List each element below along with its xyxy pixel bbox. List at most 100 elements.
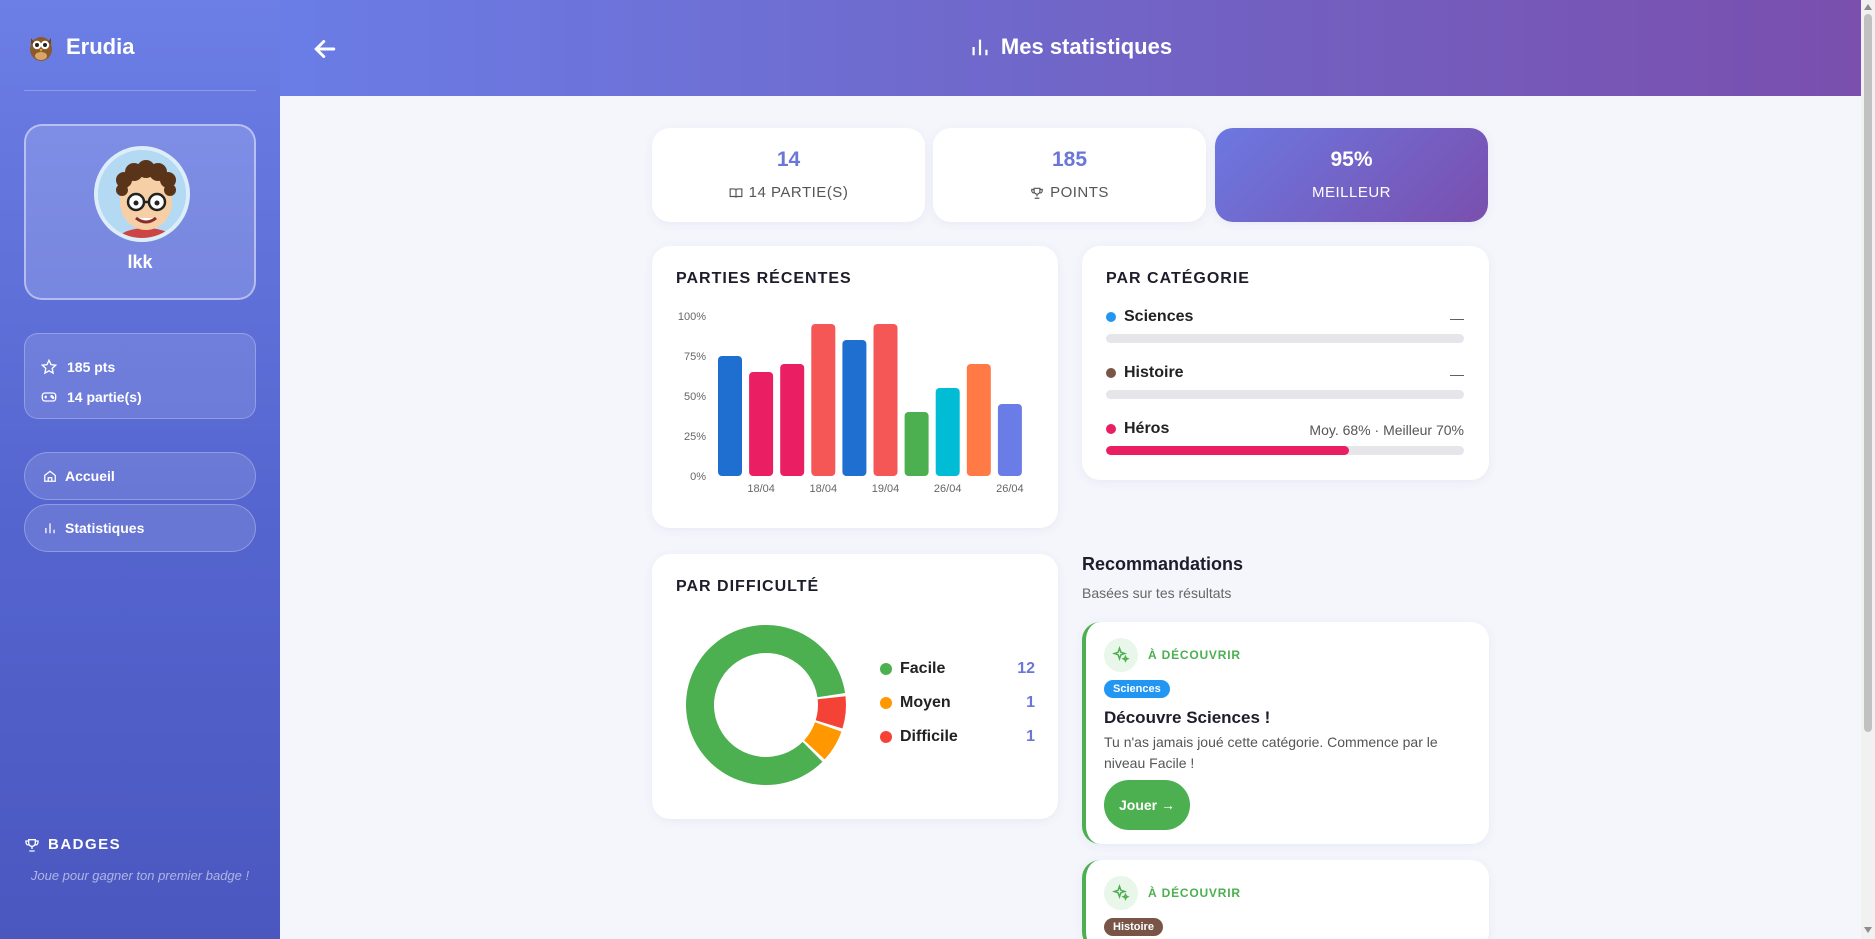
x-tick-label: 26/04 xyxy=(996,483,1024,495)
top-bar: Mes statistiques xyxy=(280,0,1861,96)
difficulty-title: PAR DIFFICULTÉ xyxy=(676,578,820,595)
bar[interactable] xyxy=(873,324,898,476)
category-label: Héros xyxy=(1124,420,1170,437)
page-title-text: Mes statistiques xyxy=(1000,34,1173,59)
badges-title: BADGES xyxy=(24,836,121,853)
kpi-value: 185 xyxy=(1051,148,1088,171)
divider xyxy=(24,90,256,91)
bar[interactable] xyxy=(749,372,774,476)
scrollbar-thumb[interactable] xyxy=(1864,14,1872,732)
bar[interactable] xyxy=(780,364,805,476)
x-tick-label: 19/04 xyxy=(872,483,900,495)
avatar-face-icon xyxy=(98,150,186,238)
sparkles-icon xyxy=(1104,638,1138,672)
x-tick-label: 26/04 xyxy=(934,483,962,495)
category-title: PAR CATÉGORIE xyxy=(1106,270,1250,287)
recommendation-text: Tu n'as jamais joué cette catégorie. Com… xyxy=(1104,734,1438,771)
legend-facile: Facile 12 xyxy=(880,660,1035,678)
legend-count: 1 xyxy=(1026,694,1035,711)
category-detail: — xyxy=(1450,366,1464,382)
category-label: Histoire xyxy=(1124,364,1184,381)
user-stats: 185 pts 14 partie(s) xyxy=(24,333,256,419)
category-card: PAR CATÉGORIE Sciences — Histoire — Héro… xyxy=(1082,246,1489,480)
x-tick-label: 18/04 xyxy=(810,483,838,495)
legend-dot xyxy=(880,663,892,675)
recommendation-card-sciences[interactable]: À DÉCOUVRIR Sciences Découvre Sciences !… xyxy=(1082,622,1489,844)
bar[interactable] xyxy=(811,324,836,476)
home-icon xyxy=(44,470,56,482)
category-pill: Histoire xyxy=(1104,918,1163,936)
y-tick-label: 75% xyxy=(684,351,706,363)
category-name: Sciences xyxy=(1106,308,1464,326)
bar[interactable] xyxy=(842,340,867,476)
bar[interactable] xyxy=(718,356,742,476)
owl-logo-icon xyxy=(30,37,52,61)
kpi-label-text: POINTS xyxy=(1050,184,1109,201)
bar[interactable] xyxy=(904,412,929,476)
category-row-sciences: Sciences — xyxy=(1106,308,1464,343)
trophy-icon xyxy=(1031,187,1043,199)
play-button[interactable]: Jouer → xyxy=(1104,780,1190,830)
kpi-label-text: 14 PARTIE(S) xyxy=(748,184,849,201)
nav-label: Statistiques xyxy=(65,520,145,536)
kpi-label: MEILLEUR xyxy=(1215,184,1488,201)
recommendations-title: Recommandations xyxy=(1082,554,1244,574)
kpi-points: 185 POINTS xyxy=(933,128,1206,222)
nav-item-accueil[interactable]: Accueil xyxy=(24,452,256,500)
kpi-value: 14 xyxy=(776,148,801,171)
profile-card: lkk xyxy=(24,124,256,300)
scroll-up-arrow-icon[interactable] xyxy=(1864,4,1872,10)
legend-count: 12 xyxy=(1017,660,1035,677)
badges-title-text: BADGES xyxy=(48,836,122,853)
category-dot xyxy=(1106,424,1116,434)
legend-dot xyxy=(880,697,892,709)
bar[interactable] xyxy=(966,364,991,476)
y-tick-label: 0% xyxy=(690,471,706,483)
recent-games-chart: 100% 75% 50% 25% 0% 18/04 18/04 19/04 26/04 26/04 xyxy=(678,311,1024,495)
star-icon xyxy=(41,359,57,375)
x-tick-label: 18/04 xyxy=(747,483,775,495)
legend-difficile: Difficile 1 xyxy=(880,728,1035,746)
scroll-down-arrow-icon[interactable] xyxy=(1864,927,1872,933)
y-tick-label: 100% xyxy=(678,311,706,323)
nav-item-statistiques[interactable]: Statistiques xyxy=(24,504,256,552)
legend-moyen: Moyen 1 xyxy=(880,694,1035,712)
avatar[interactable] xyxy=(94,146,190,242)
trophy-icon xyxy=(25,838,39,852)
brand-name: Erudia xyxy=(66,34,135,59)
recommendation-card-histoire[interactable]: À DÉCOUVRIR Histoire xyxy=(1082,860,1489,939)
sparkles-icon xyxy=(1104,876,1138,910)
kpi-label-text: MEILLEUR xyxy=(1311,184,1392,201)
legend-label: Difficile xyxy=(900,728,958,745)
category-detail: Moy. 68% · Meilleur 70% xyxy=(1309,422,1464,438)
recommendations-subtitle: Basées sur tes résultats xyxy=(1082,585,1232,601)
badges-empty-text: Joue pour gagner ton premier badge ! xyxy=(30,868,250,883)
category-progress-fill xyxy=(1106,446,1350,455)
legend-label: Facile xyxy=(900,660,946,677)
difficulty-donut-chart xyxy=(686,625,846,785)
sidebar: Erudia lkk 185 pts 14 partie(s) Accueil … xyxy=(0,0,280,939)
y-tick-label: 25% xyxy=(684,431,706,443)
brand[interactable]: Erudia xyxy=(28,32,134,62)
bar[interactable] xyxy=(935,388,960,476)
kpi-games: 14 14 PARTIE(S) xyxy=(652,128,925,222)
category-label: Sciences xyxy=(1124,308,1194,325)
category-detail: — xyxy=(1450,310,1464,326)
book-icon xyxy=(729,187,743,198)
category-name: Histoire xyxy=(1106,364,1464,382)
category-dot xyxy=(1106,312,1116,322)
scrollbar[interactable] xyxy=(1861,0,1875,939)
nav-label: Accueil xyxy=(65,468,115,484)
category-pill: Sciences xyxy=(1104,680,1170,698)
category-dot xyxy=(1106,368,1116,378)
recommendation-tag: À DÉCOUVRIR xyxy=(1148,886,1241,900)
page-title: Mes statistiques xyxy=(280,34,1861,60)
y-tick-label: 50% xyxy=(684,391,706,403)
points-stat: 185 pts xyxy=(41,352,239,382)
category-row-heros: Héros Moy. 68% · Meilleur 70% xyxy=(1106,420,1464,455)
donut-slice-difficile[interactable] xyxy=(815,696,846,729)
kpi-label: 14 PARTIE(S) xyxy=(652,184,925,201)
points-text: 185 pts xyxy=(67,359,116,375)
legend-label: Moyen xyxy=(900,694,951,711)
bar[interactable] xyxy=(997,404,1022,476)
